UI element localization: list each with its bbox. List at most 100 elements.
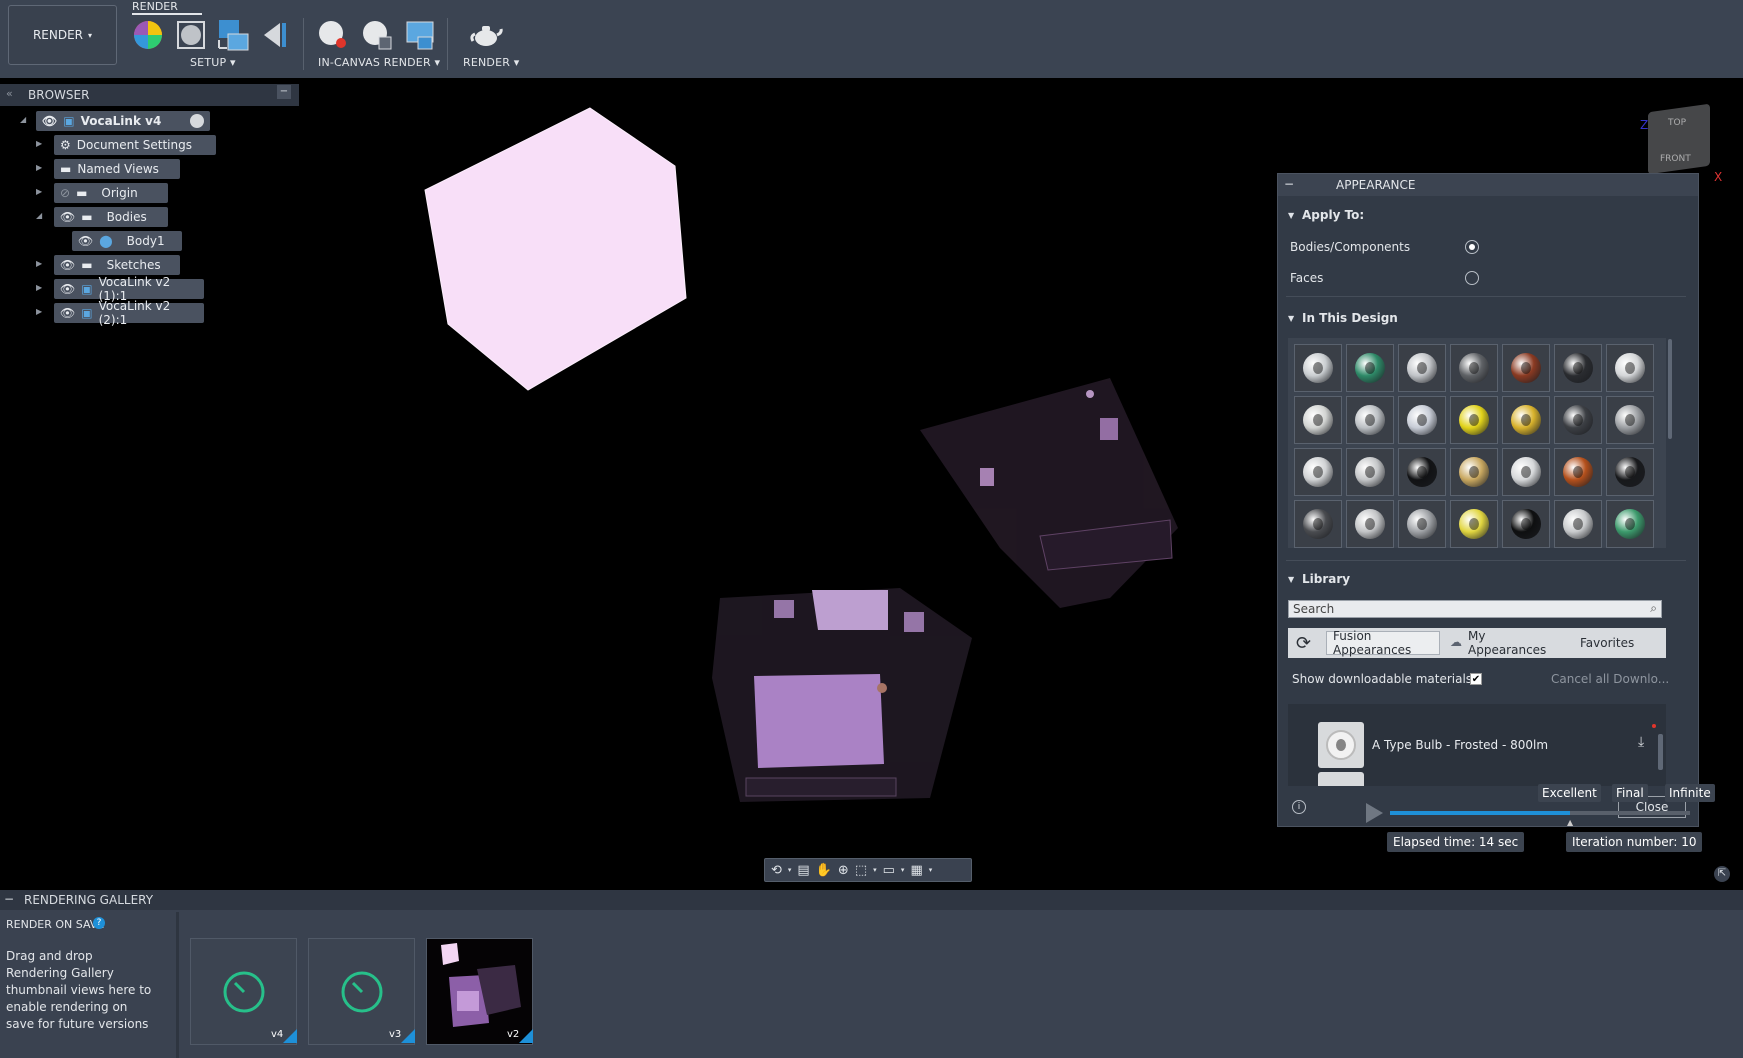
appearance-swatch[interactable] [1554, 396, 1602, 444]
appearance-swatch[interactable] [1450, 500, 1498, 548]
tree-item-document-settings[interactable]: ⚙ Document Settings [54, 135, 216, 155]
in-canvas-render-group-menu[interactable]: IN-CANVAS RENDER ▾ [318, 56, 440, 69]
setup-group-menu[interactable]: SETUP ▾ [190, 56, 236, 69]
display-settings-icon[interactable]: ▭ [883, 863, 895, 878]
apply-to-bodies-radio[interactable] [1465, 240, 1479, 254]
appearance-swatch[interactable] [1502, 500, 1550, 548]
appearance-swatch[interactable] [1450, 344, 1498, 392]
eye-icon[interactable]: 👁 [42, 114, 57, 128]
expand-arrow-icon[interactable]: ▶ [36, 187, 42, 196]
fit-window-icon[interactable]: ⬚ [855, 863, 867, 878]
appearance-swatch[interactable] [1398, 396, 1446, 444]
gallery-thumbnail-v3[interactable]: v3 [308, 938, 415, 1045]
viewport-expand-icon[interactable]: ⇱ [1714, 866, 1730, 882]
render-play-button[interactable] [1364, 802, 1384, 824]
tree-item-named-views[interactable]: ▬ Named Views [54, 159, 180, 179]
gallery-thumbnail-v2[interactable]: v2 [426, 938, 533, 1045]
render-group-menu[interactable]: RENDER ▾ [463, 56, 520, 69]
appearance-swatch[interactable] [1450, 396, 1498, 444]
expand-arrow-icon[interactable]: ◢ [36, 211, 42, 220]
appearance-swatch[interactable] [1398, 448, 1446, 496]
expand-arrow-icon[interactable]: ▶ [36, 283, 42, 292]
material-name[interactable]: A Type Bulb - Frosted - 800lm [1372, 738, 1548, 752]
appearance-swatch[interactable] [1502, 448, 1550, 496]
expand-arrow-icon[interactable]: ◢ [20, 115, 26, 124]
active-tab-label[interactable]: RENDER [132, 0, 178, 13]
chevron-down-icon[interactable]: ▾ [873, 866, 877, 874]
capture-image-button[interactable] [403, 18, 437, 52]
render-button[interactable] [469, 18, 503, 52]
pan-hand-icon[interactable]: ✋ [816, 863, 832, 878]
appearance-swatch[interactable] [1554, 448, 1602, 496]
library-scrollbar[interactable] [1658, 734, 1663, 770]
tree-item-root[interactable]: 👁 ▣ VocaLink v4 [36, 111, 210, 131]
expand-arrow-icon[interactable]: ▶ [36, 163, 42, 172]
appearance-swatch[interactable] [1294, 500, 1342, 548]
scene-environment-button[interactable] [174, 18, 208, 52]
expand-arrow-icon[interactable]: ▶ [36, 307, 42, 316]
orbit-icon[interactable]: ⟲ [771, 863, 782, 878]
tree-item-origin[interactable]: ⊘ ▬ Origin [54, 183, 168, 203]
quality-infinite-label[interactable]: Infinite [1665, 784, 1715, 802]
collapse-panel-icon[interactable]: − [1284, 177, 1294, 191]
eye-icon[interactable]: 👁 [60, 210, 75, 224]
activate-radio-icon[interactable] [190, 114, 204, 128]
tab-favorites[interactable]: Favorites [1574, 631, 1650, 655]
cancel-downloads-link[interactable]: Cancel all Downlo... [1551, 672, 1669, 686]
section-collapse-icon[interactable]: ▼ [1288, 211, 1294, 220]
section-collapse-icon[interactable]: ▼ [1288, 575, 1294, 584]
texture-map-controls-button[interactable] [216, 18, 250, 52]
tab-fusion-appearances[interactable]: Fusion Appearances [1326, 629, 1440, 657]
appearance-swatch[interactable] [1502, 344, 1550, 392]
swatch-grid-scrollbar[interactable] [1668, 339, 1672, 439]
material-thumbnail[interactable] [1318, 722, 1364, 768]
section-collapse-icon[interactable]: ▼ [1288, 314, 1294, 323]
chevron-down-icon[interactable]: ▾ [901, 866, 905, 874]
expand-arrow-icon[interactable]: ▶ [36, 259, 42, 268]
eye-icon[interactable]: 👁 [60, 306, 75, 320]
in-canvas-render-settings-button[interactable] [360, 18, 394, 52]
appearance-swatch[interactable] [1554, 500, 1602, 548]
appearance-swatch[interactable] [1606, 344, 1654, 392]
search-icon[interactable]: ⌕ [1650, 601, 1657, 616]
library-search-input[interactable]: Search ⌕ [1288, 600, 1662, 618]
chevron-down-icon[interactable]: ▾ [788, 866, 792, 874]
appearance-swatch[interactable] [1450, 448, 1498, 496]
quality-excellent-label[interactable]: Excellent [1538, 784, 1601, 802]
quality-final-label[interactable]: Final [1612, 784, 1648, 802]
appearance-swatch[interactable] [1346, 448, 1394, 496]
collapse-browser-icon[interactable]: « [6, 87, 13, 100]
refresh-library-button[interactable]: ⟳ [1290, 631, 1324, 655]
apply-to-faces-radio[interactable] [1465, 271, 1479, 285]
appearance-swatch[interactable] [1346, 500, 1394, 548]
tab-my-appearances[interactable]: My Appearances [1462, 629, 1572, 657]
collapse-gallery-icon[interactable]: − [4, 892, 14, 906]
appearance-swatch[interactable] [1606, 396, 1654, 444]
gallery-thumbnail-v4[interactable]: v4 [190, 938, 297, 1045]
tree-item-sketches[interactable]: 👁 ▬ Sketches [54, 255, 180, 275]
eye-hidden-icon[interactable]: ⊘ [60, 186, 70, 200]
appearance-swatch[interactable] [1346, 396, 1394, 444]
appearance-swatch[interactable] [1294, 448, 1342, 496]
appearance-swatch[interactable] [1346, 344, 1394, 392]
appearance-swatch[interactable] [1502, 396, 1550, 444]
appearance-swatch[interactable] [1398, 344, 1446, 392]
chevron-down-icon[interactable]: ▾ [929, 866, 933, 874]
look-at-icon[interactable]: ▤ [797, 863, 809, 878]
expand-arrow-icon[interactable]: ▶ [36, 139, 42, 148]
decal-button[interactable] [258, 18, 292, 52]
appearance-swatch[interactable] [1554, 344, 1602, 392]
appearance-swatch[interactable] [1606, 500, 1654, 548]
material-thumbnail[interactable] [1318, 772, 1364, 786]
grid-icon[interactable]: ▦ [910, 863, 922, 878]
download-icon[interactable]: ⤓ [1638, 734, 1644, 750]
appearance-swatch[interactable] [1294, 396, 1342, 444]
tree-item-vocalink-v2-1[interactable]: 👁 ▣ VocaLink v2 (1):1 [54, 275, 204, 303]
tree-item-vocalink-v2-2[interactable]: 👁 ▣ VocaLink v2 (2):1 [54, 299, 204, 327]
tree-item-body1[interactable]: 👁 ⬤ Body1 [72, 231, 182, 251]
in-canvas-render-button[interactable] [316, 18, 350, 52]
progress-marker-icon[interactable]: ▲ [1567, 818, 1573, 827]
appearance-swatch[interactable] [1294, 344, 1342, 392]
zoom-icon[interactable]: ⊕ [838, 863, 849, 878]
info-icon[interactable]: i [1292, 800, 1306, 814]
